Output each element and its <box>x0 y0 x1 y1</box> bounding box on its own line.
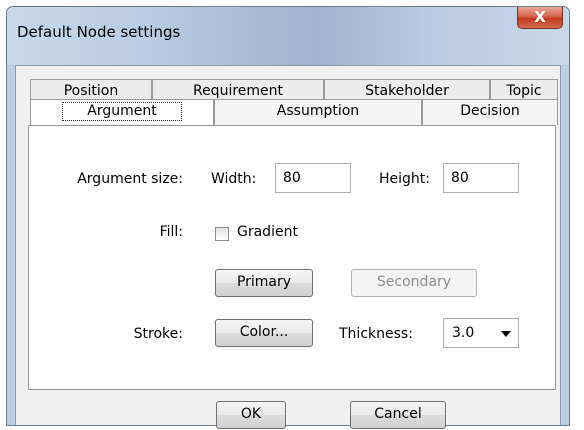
argument-size-label: Argument size: <box>77 171 183 187</box>
chevron-down-icon <box>501 331 511 337</box>
primary-button[interactable]: Primary <box>215 269 313 297</box>
gradient-checkbox[interactable] <box>215 227 229 241</box>
tab-label: Assumption <box>276 103 360 119</box>
close-icon: X <box>534 8 546 26</box>
cancel-button-label: Cancel <box>374 406 422 422</box>
height-input[interactable]: 80 <box>443 163 519 193</box>
tab-argument[interactable]: Argument <box>30 99 214 125</box>
width-input[interactable]: 80 <box>275 163 351 193</box>
tab-label: Topic <box>506 83 542 99</box>
dialog-client-area: Position Requirement Stakeholder Topic A… <box>15 65 561 429</box>
tab-label: Requirement <box>192 83 284 99</box>
tab-label: Decision <box>460 103 520 119</box>
ok-button[interactable]: OK <box>216 401 286 429</box>
tab-label: Stakeholder <box>365 83 449 99</box>
tab-decision[interactable]: Decision <box>422 99 558 125</box>
cancel-button[interactable]: Cancel <box>350 401 446 429</box>
tab-label: Argument <box>62 102 182 121</box>
primary-button-label: Primary <box>236 274 292 290</box>
close-button[interactable]: X <box>517 7 563 29</box>
color-button[interactable]: Color... <box>215 319 313 347</box>
tab-label: Position <box>63 83 119 99</box>
secondary-button: Secondary <box>351 269 477 297</box>
tab-assumption[interactable]: Assumption <box>214 99 422 125</box>
gradient-label: Gradient <box>237 224 298 240</box>
thickness-select[interactable]: 3.0 <box>443 318 519 348</box>
thickness-label: Thickness: <box>339 326 413 342</box>
title-bar[interactable]: Default Node settings X <box>7 7 569 65</box>
color-button-label: Color... <box>239 324 289 340</box>
dialog-title: Default Node settings <box>17 23 181 41</box>
ok-button-label: OK <box>240 406 262 422</box>
height-label: Height: <box>379 171 430 187</box>
thickness-value: 3.0 <box>452 325 475 341</box>
width-label: Width: <box>211 171 257 187</box>
secondary-button-label: Secondary <box>376 274 452 290</box>
tab-panel-argument: Argument size: Width: 80 Height: 80 Fill… <box>28 125 556 390</box>
stroke-label: Stroke: <box>133 326 183 342</box>
dialog-window: Default Node settings X Position Require… <box>6 6 570 429</box>
fill-label: Fill: <box>159 224 183 240</box>
